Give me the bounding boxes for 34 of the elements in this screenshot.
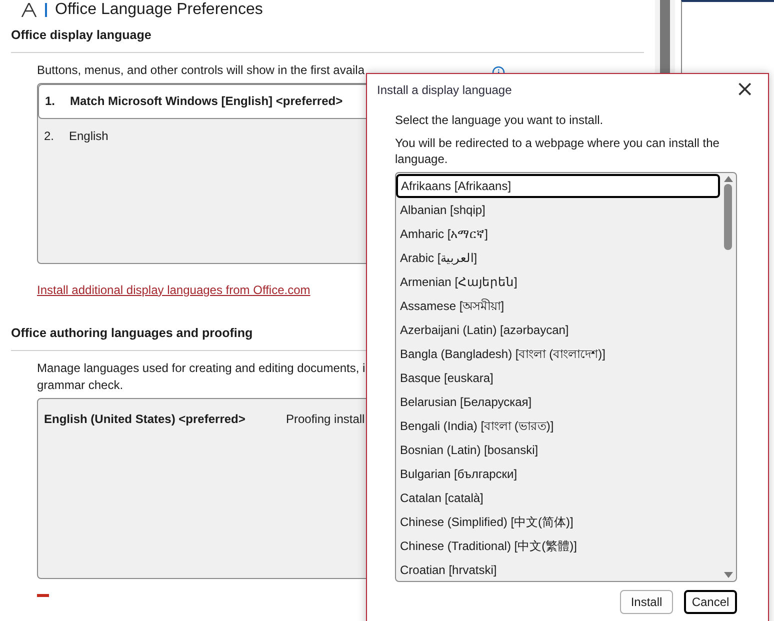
scrollbar-thumb[interactable] — [724, 184, 732, 250]
language-option[interactable]: Albanian [shqip] — [396, 198, 720, 222]
window-title: Office Language Preferences — [55, 1, 263, 19]
close-button[interactable]: × — [722, 79, 768, 101]
dialog-button[interactable]: Cancel — [684, 590, 737, 614]
language-option[interactable]: Armenian [Հայերեն] — [396, 270, 720, 294]
language-option[interactable]: Amharic [አማርኛ] — [396, 222, 720, 246]
install-languages-link[interactable]: Install additional display languages from Office.com — [37, 280, 310, 299]
dialog-title: Install a display language — [377, 82, 512, 99]
language-option[interactable]: Croatian [hrvatski] — [396, 558, 720, 581]
language-option[interactable]: Arabic [العربية] — [396, 246, 720, 270]
description: Manage languages used for creating and editing documents, i grammar check. — [37, 360, 366, 394]
accent-mark — [37, 594, 49, 596]
language-option[interactable]: Bengali (India) [বাংলা (ভারত)] — [396, 414, 720, 438]
language-name: English (United States) <preferred> — [44, 410, 246, 428]
language-option[interactable]: Catalan [català] — [396, 486, 720, 510]
note-text: You will be redirected to a webpage where you can install the language. — [395, 135, 720, 167]
dialog-button[interactable]: Install — [620, 590, 673, 614]
language-option[interactable]: Assamese [অসমীয়া] — [396, 294, 720, 318]
section-heading: Office display language — [11, 26, 644, 53]
scroll-down-icon[interactable] — [724, 572, 732, 578]
scroll-up-icon[interactable] — [724, 176, 732, 182]
language-option[interactable]: Bosnian (Latin) [bosanski] — [396, 438, 720, 462]
language-option[interactable]: Chinese (Simplified) [中文(简体)] — [396, 510, 720, 534]
language-option[interactable]: Afrikaans [Afrikaans] — [396, 174, 720, 198]
language-option[interactable]: Bulgarian [български] — [396, 462, 720, 486]
accent-bar — [45, 3, 47, 17]
language-option[interactable]: Chinese (Traditional) [中文(繁體)] — [396, 534, 720, 558]
language-icon — [21, 3, 37, 17]
language-status: Proofing install — [286, 410, 365, 428]
description: Buttons, menus, and other controls will show in the first availa — [37, 62, 364, 79]
language-option[interactable]: Belarusian [Беларуская] — [396, 390, 720, 414]
scrollbar-thumb[interactable] — [660, 0, 670, 75]
language-option[interactable]: Basque [euskara] — [396, 366, 720, 390]
